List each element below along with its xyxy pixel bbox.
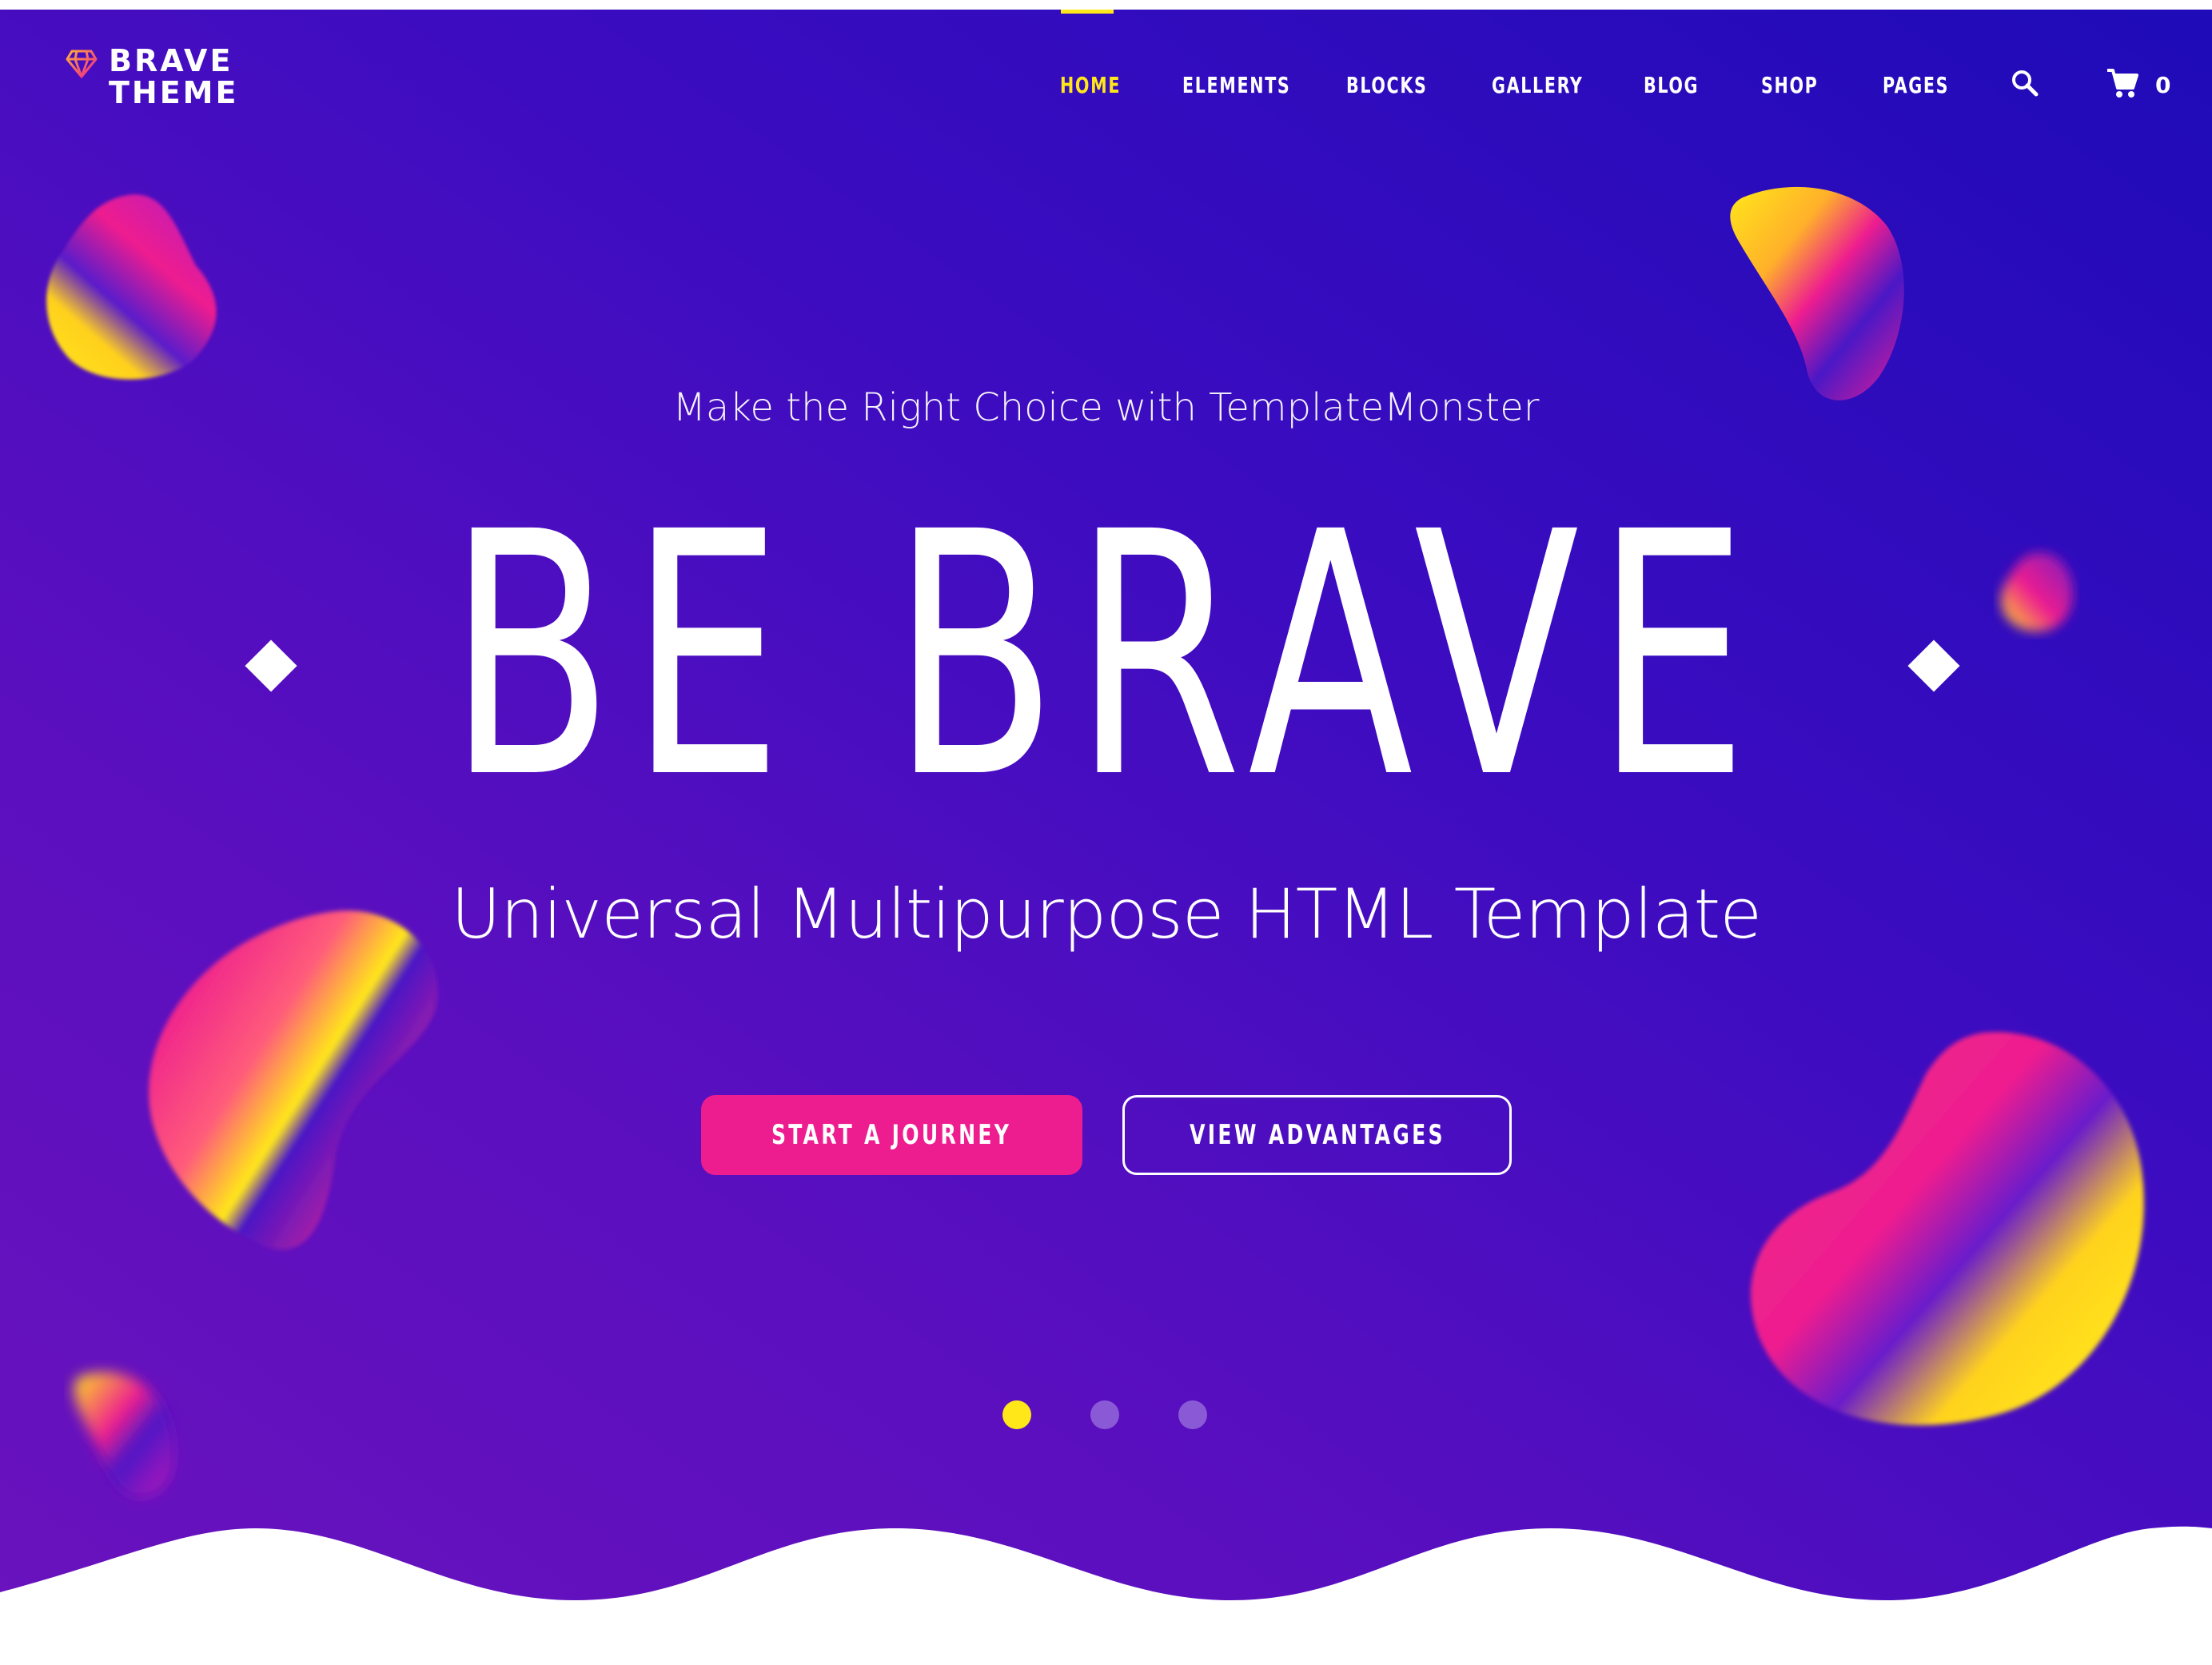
start-journey-button[interactable]: START A JOURNEY (701, 1095, 1082, 1175)
nav-item-elements[interactable]: ELEMENTS (1182, 72, 1290, 98)
slider-dot-3[interactable] (1178, 1400, 1207, 1429)
hero-kicker: Make the Right Choice with TemplateMonst… (672, 385, 1540, 430)
nav-item-shop[interactable]: SHOP (1761, 72, 1818, 98)
nav-item-pages[interactable]: PAGES (1883, 72, 1949, 98)
diamond-icon (66, 50, 98, 78)
nav-item-gallery[interactable]: GALLERY (1492, 72, 1583, 98)
decorative-blob (1730, 186, 1904, 400)
decorative-blob (74, 1372, 174, 1498)
start-journey-label: START A JOURNEY (771, 1119, 1012, 1151)
slider-pagination (1002, 1400, 1218, 1432)
nav-item-blog[interactable]: BLOG (1644, 72, 1699, 98)
hero-subheading: Universal Multipurpose HTML Template (450, 874, 1762, 954)
decorative-blob (1751, 1032, 2144, 1426)
slider-dot-1[interactable] (1002, 1400, 1031, 1429)
nav-item-home[interactable]: HOME (1060, 72, 1121, 98)
cart-icon[interactable] (2106, 67, 2139, 99)
decorative-diamond-right (1907, 639, 1960, 692)
nav-item-blocks[interactable]: BLOCKS (1346, 72, 1428, 98)
hero-section: BRAVE THEME HOME ELEMENTS BLOCKS GALLERY… (0, 10, 2212, 1665)
hero-headline: BE BRAVE (448, 461, 1764, 852)
brand-line-1: BRAVE (109, 43, 233, 78)
decorative-blob (2000, 552, 2074, 632)
cart-count: 0 (2155, 72, 2171, 98)
view-advantages-button[interactable]: VIEW ADVANTAGES (1122, 1095, 1512, 1175)
search-icon[interactable] (2011, 69, 2039, 98)
brand-line-2: THEME (109, 75, 239, 110)
hero-wave-divider (0, 1526, 2212, 1665)
decorative-diamond-left (245, 639, 297, 692)
brand-logo[interactable]: BRAVE THEME (66, 45, 238, 109)
brand-name: BRAVE THEME (109, 45, 238, 109)
view-advantages-label: VIEW ADVANTAGES (1189, 1119, 1445, 1151)
decorative-blob (46, 194, 217, 380)
nav-active-indicator (1061, 10, 1114, 14)
slider-dot-2[interactable] (1090, 1400, 1119, 1429)
